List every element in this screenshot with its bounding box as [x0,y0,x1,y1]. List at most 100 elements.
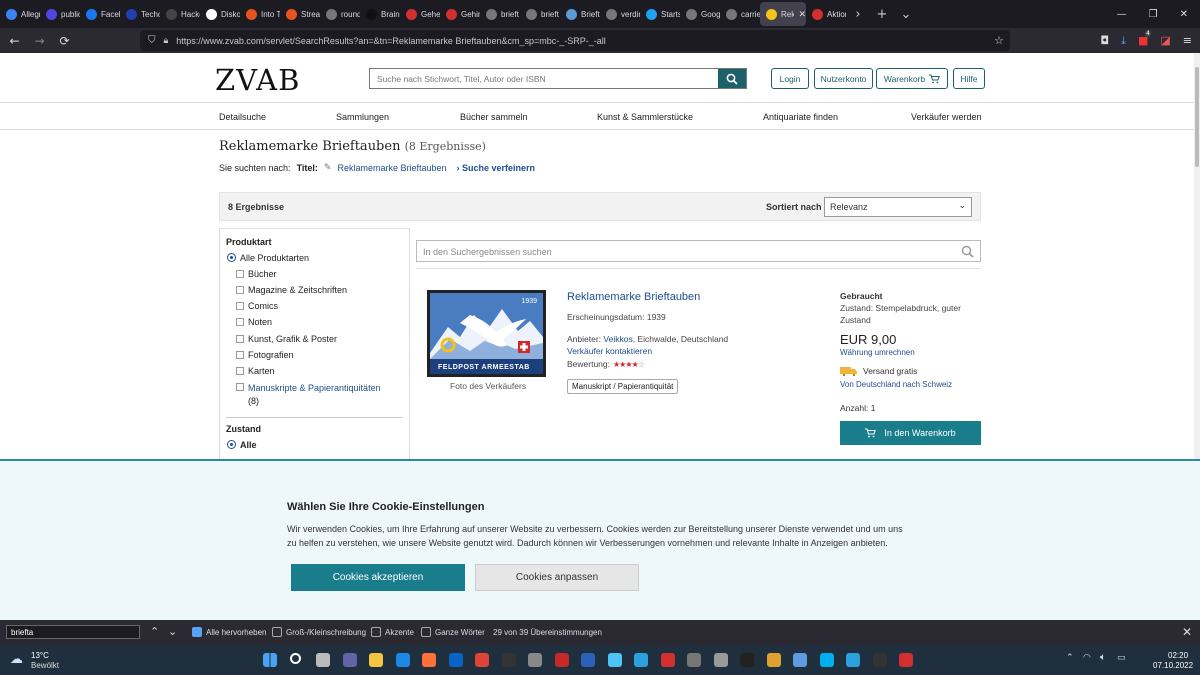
checkbox[interactable] [236,367,244,375]
nav-sammlungen[interactable]: Sammlungen [336,112,389,122]
skype-icon[interactable] [819,653,834,667]
browser-tab[interactable]: Gehir [440,0,480,28]
browser-tab[interactable]: brieft [520,0,560,28]
file-explorer-icon[interactable] [369,653,383,667]
browser-tab[interactable]: Goog [680,0,720,28]
menu-icon[interactable]: ≡ [1183,34,1192,47]
close-window-icon[interactable]: ✕ [1180,9,1188,20]
checkbox[interactable] [236,270,244,278]
notes-icon[interactable] [793,653,807,667]
search-icon[interactable] [961,245,974,258]
browser-tab[interactable]: Rek ✕ [760,2,806,26]
browser-tab[interactable]: Startse [640,0,680,28]
browser-tab[interactable]: Gehei [400,0,440,28]
shipping-route-link[interactable]: Von Deutschland nach Schweiz [840,380,952,389]
add-to-cart-button[interactable]: In den Warenkorb [840,421,981,445]
checkbox[interactable] [421,627,431,637]
browser-tab[interactable]: Techo [120,0,160,28]
checkbox[interactable] [272,627,282,637]
mail-icon[interactable] [448,653,463,667]
adjust-cookies-button[interactable]: Cookies anpassen [475,564,639,591]
find-previous-icon[interactable]: ⌃ [150,625,159,638]
product-image[interactable]: 1939 FELDPOST ARMEESTAB [427,290,546,377]
browser-tab[interactable]: Aktion [806,0,846,28]
radio-selected[interactable] [227,440,236,449]
tab-scroll-right-icon[interactable]: › [846,7,870,22]
powershell-icon[interactable] [581,653,595,667]
calculator-icon[interactable] [687,653,701,667]
browser-tab[interactable]: Into T WIEDER [240,0,280,28]
checkbox[interactable] [236,383,244,391]
downloads-icon[interactable]: ⤓ [1121,34,1126,48]
clock-time[interactable]: 02:20 [1168,651,1188,660]
filter-type-magazines[interactable]: Magazine & Zeitschriften [236,285,347,295]
windows-start-icon[interactable] [263,653,277,667]
volume-icon[interactable]: 🔈︎ [1100,652,1106,663]
nav-kunst-sammlerstuecke[interactable]: Kunst & Sammlerstücke [597,112,693,122]
battery-icon[interactable]: ▭ [1117,653,1126,663]
within-results-search[interactable]: In den Suchergebnissen suchen [416,240,981,262]
library-icon[interactable] [766,653,781,667]
checkbox[interactable] [236,318,244,326]
find-input[interactable]: briefta [6,625,140,639]
browser-tab[interactable]: public [40,0,80,28]
filter-manuscripts-link[interactable]: Manuskripte & Papierantiquitäten [248,383,381,393]
browser-tab[interactable]: brieft [480,0,520,28]
cart-button[interactable]: Warenkorb [876,68,948,89]
browser-tab[interactable]: carrie [720,0,760,28]
url-bar[interactable]: ⛉ 🔒︎ https://www.zvab.com/servlet/Search… [140,30,1010,51]
search-button[interactable] [718,69,746,88]
filter-all-types[interactable]: Alle Produktarten [227,253,309,263]
match-case-option[interactable]: Groß-/Kleinschreibung [272,627,366,637]
extension-red-icon[interactable]: ◪ [1160,34,1170,47]
browser-tab[interactable]: Brain [360,0,400,28]
telegram-2-icon[interactable] [846,653,860,667]
checkbox[interactable] [236,335,244,343]
whole-words-option[interactable]: Ganze Wörter [421,627,485,637]
new-tab-icon[interactable]: + [870,7,894,22]
wifi-icon[interactable]: ◠ [1083,653,1091,663]
accents-option[interactable]: Akzente [371,627,414,637]
help-button[interactable]: Hilfe [953,68,985,89]
photos-icon[interactable] [607,653,622,667]
restore-icon[interactable]: ❐ [1149,9,1158,20]
title-search-link[interactable]: Reklamemarke Brieftauben [337,163,446,173]
checkbox[interactable] [371,627,381,637]
filter-type-photos[interactable]: Fotografien [236,350,294,360]
filter-type-art[interactable]: Kunst, Grafik & Poster [236,334,337,344]
task-view-icon[interactable] [316,653,330,667]
filter-type-maps[interactable]: Karten [236,366,275,376]
back-icon[interactable]: ← [2,34,27,48]
scrollbar-thumb[interactable] [1195,67,1199,167]
pocket-icon[interactable]: ◘ [1100,34,1109,47]
nav-verkaeufer-werden[interactable]: Verkäufer werden [911,112,982,122]
checkbox[interactable] [236,351,244,359]
browser-tab[interactable]: Allegr [0,0,40,28]
browser-tab[interactable]: Stream [280,0,320,28]
close-find-icon[interactable]: ✕ [1182,625,1192,639]
lock-icon[interactable]: 🔒︎ [164,36,169,46]
extension-icon[interactable]: ■ 4 [1138,30,1151,47]
clock-date[interactable]: 07.10.2022 [1153,661,1193,670]
checkbox-checked[interactable] [192,627,202,637]
zvab-logo[interactable]: ZVAB [215,63,300,97]
browser-tab[interactable]: Hacke [160,0,200,28]
refine-search-link[interactable]: › Suche verfeinern [457,163,536,173]
login-button[interactable]: Login [771,68,809,89]
browser-active-icon[interactable] [899,653,913,667]
browser-tab[interactable]: verdir [600,0,640,28]
bookmark-star-icon[interactable]: ☆ [994,34,1004,47]
browser-tab[interactable]: Facebo [80,0,120,28]
account-button[interactable]: Nutzerkonto [814,68,873,89]
teams-chat-icon[interactable] [342,653,357,667]
browser-tab[interactable]: Disko [200,0,240,28]
console-icon[interactable] [740,653,754,667]
accept-cookies-button[interactable]: Cookies akzeptieren [291,564,465,591]
filter-type-comics[interactable]: Comics [236,301,278,311]
sort-select[interactable]: Relevanz ⌄ [824,197,972,217]
find-next-icon[interactable]: ⌄ [168,625,177,638]
defender-icon[interactable] [395,653,410,667]
close-tab-icon[interactable]: ✕ [798,9,806,20]
search-input[interactable]: Suche nach Stichwort, Titel, Autor oder … [370,69,718,88]
listing-title-link[interactable]: Reklamemarke Brieftauben [567,291,700,303]
